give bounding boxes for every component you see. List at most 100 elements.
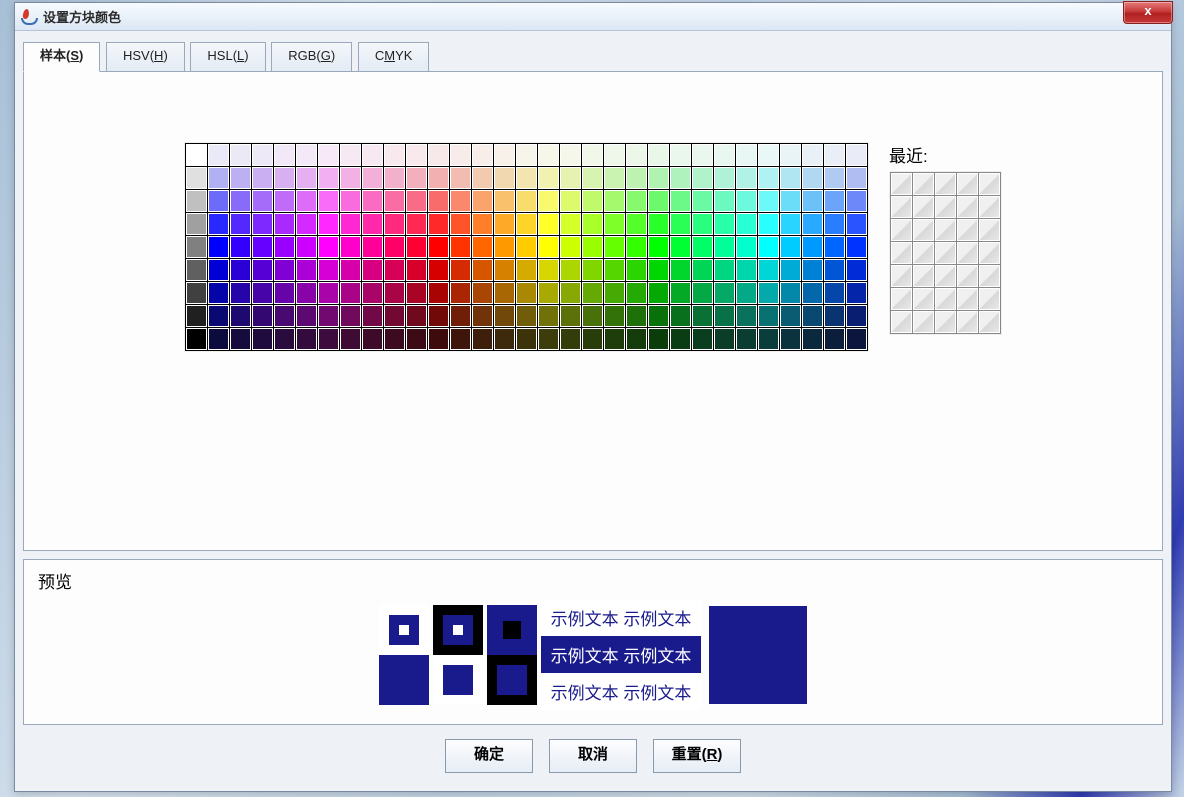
swatch-cell[interactable]: [582, 167, 603, 189]
swatch-cell[interactable]: [582, 328, 603, 350]
swatch-cell[interactable]: [538, 236, 559, 258]
swatch-cell[interactable]: [252, 236, 273, 258]
close-button[interactable]: x: [1123, 1, 1173, 24]
recent-cell[interactable]: [913, 311, 934, 333]
swatch-grid[interactable]: [184, 142, 869, 352]
swatch-cell[interactable]: [406, 328, 427, 350]
swatch-cell[interactable]: [450, 167, 471, 189]
swatch-cell[interactable]: [340, 282, 361, 304]
recent-cell[interactable]: [979, 196, 1000, 218]
recent-cell[interactable]: [979, 265, 1000, 287]
swatch-cell[interactable]: [516, 259, 537, 281]
swatch-cell[interactable]: [824, 236, 845, 258]
swatch-cell[interactable]: [670, 305, 691, 327]
swatch-cell[interactable]: [824, 213, 845, 235]
swatch-cell[interactable]: [538, 213, 559, 235]
swatch-cell[interactable]: [186, 328, 207, 350]
swatch-cell[interactable]: [670, 259, 691, 281]
swatch-cell[interactable]: [186, 259, 207, 281]
swatch-cell[interactable]: [318, 167, 339, 189]
swatch-cell[interactable]: [714, 236, 735, 258]
swatch-cell[interactable]: [560, 190, 581, 212]
swatch-cell[interactable]: [802, 190, 823, 212]
swatch-cell[interactable]: [516, 167, 537, 189]
swatch-cell[interactable]: [538, 144, 559, 166]
swatch-cell[interactable]: [516, 213, 537, 235]
swatch-cell[interactable]: [846, 282, 867, 304]
swatch-cell[interactable]: [494, 236, 515, 258]
swatch-cell[interactable]: [428, 213, 449, 235]
swatch-cell[interactable]: [560, 259, 581, 281]
recent-cell[interactable]: [935, 265, 956, 287]
swatch-cell[interactable]: [208, 259, 229, 281]
swatch-cell[interactable]: [538, 328, 559, 350]
swatch-cell[interactable]: [758, 236, 779, 258]
swatch-cell[interactable]: [560, 282, 581, 304]
recent-cell[interactable]: [935, 219, 956, 241]
swatch-cell[interactable]: [494, 144, 515, 166]
swatch-cell[interactable]: [406, 259, 427, 281]
swatch-cell[interactable]: [406, 305, 427, 327]
swatch-cell[interactable]: [472, 282, 493, 304]
recent-cell[interactable]: [979, 242, 1000, 264]
swatch-cell[interactable]: [362, 282, 383, 304]
swatch-cell[interactable]: [670, 167, 691, 189]
recent-cell[interactable]: [913, 219, 934, 241]
swatch-cell[interactable]: [714, 282, 735, 304]
swatch-cell[interactable]: [780, 167, 801, 189]
swatch-cell[interactable]: [450, 144, 471, 166]
swatch-cell[interactable]: [582, 282, 603, 304]
swatch-cell[interactable]: [802, 144, 823, 166]
swatch-cell[interactable]: [340, 213, 361, 235]
swatch-cell[interactable]: [230, 305, 251, 327]
swatch-cell[interactable]: [230, 236, 251, 258]
swatch-cell[interactable]: [560, 144, 581, 166]
tab-hsv[interactable]: HSV(H): [106, 42, 185, 71]
swatch-cell[interactable]: [758, 144, 779, 166]
swatch-cell[interactable]: [604, 167, 625, 189]
swatch-cell[interactable]: [472, 190, 493, 212]
tab-swatches[interactable]: 样本(S): [23, 42, 100, 72]
swatch-cell[interactable]: [494, 213, 515, 235]
swatch-cell[interactable]: [582, 213, 603, 235]
recent-cell[interactable]: [935, 242, 956, 264]
reset-button[interactable]: 重置(R): [653, 739, 741, 773]
swatch-cell[interactable]: [318, 213, 339, 235]
swatch-cell[interactable]: [318, 190, 339, 212]
swatch-cell[interactable]: [538, 190, 559, 212]
swatch-cell[interactable]: [274, 282, 295, 304]
swatch-cell[interactable]: [648, 144, 669, 166]
recent-cell[interactable]: [979, 288, 1000, 310]
swatch-cell[interactable]: [252, 190, 273, 212]
swatch-cell[interactable]: [780, 259, 801, 281]
swatch-cell[interactable]: [582, 236, 603, 258]
swatch-cell[interactable]: [274, 305, 295, 327]
swatch-cell[interactable]: [296, 328, 317, 350]
swatch-cell[interactable]: [516, 328, 537, 350]
swatch-cell[interactable]: [604, 282, 625, 304]
swatch-cell[interactable]: [802, 236, 823, 258]
swatch-cell[interactable]: [802, 213, 823, 235]
swatch-cell[interactable]: [472, 167, 493, 189]
recent-cell[interactable]: [891, 288, 912, 310]
swatch-cell[interactable]: [362, 167, 383, 189]
swatch-cell[interactable]: [758, 305, 779, 327]
swatch-cell[interactable]: [362, 190, 383, 212]
swatch-cell[interactable]: [516, 144, 537, 166]
swatch-cell[interactable]: [626, 190, 647, 212]
swatch-cell[interactable]: [186, 144, 207, 166]
swatch-cell[interactable]: [692, 259, 713, 281]
swatch-cell[interactable]: [296, 144, 317, 166]
swatch-cell[interactable]: [428, 305, 449, 327]
swatch-cell[interactable]: [692, 282, 713, 304]
swatch-cell[interactable]: [362, 144, 383, 166]
titlebar[interactable]: 设置方块颜色 x: [15, 3, 1171, 31]
swatch-cell[interactable]: [736, 259, 757, 281]
swatch-cell[interactable]: [450, 282, 471, 304]
swatch-cell[interactable]: [824, 144, 845, 166]
swatch-cell[interactable]: [450, 328, 471, 350]
swatch-cell[interactable]: [186, 167, 207, 189]
swatch-cell[interactable]: [450, 213, 471, 235]
recent-cell[interactable]: [891, 219, 912, 241]
swatch-cell[interactable]: [560, 236, 581, 258]
